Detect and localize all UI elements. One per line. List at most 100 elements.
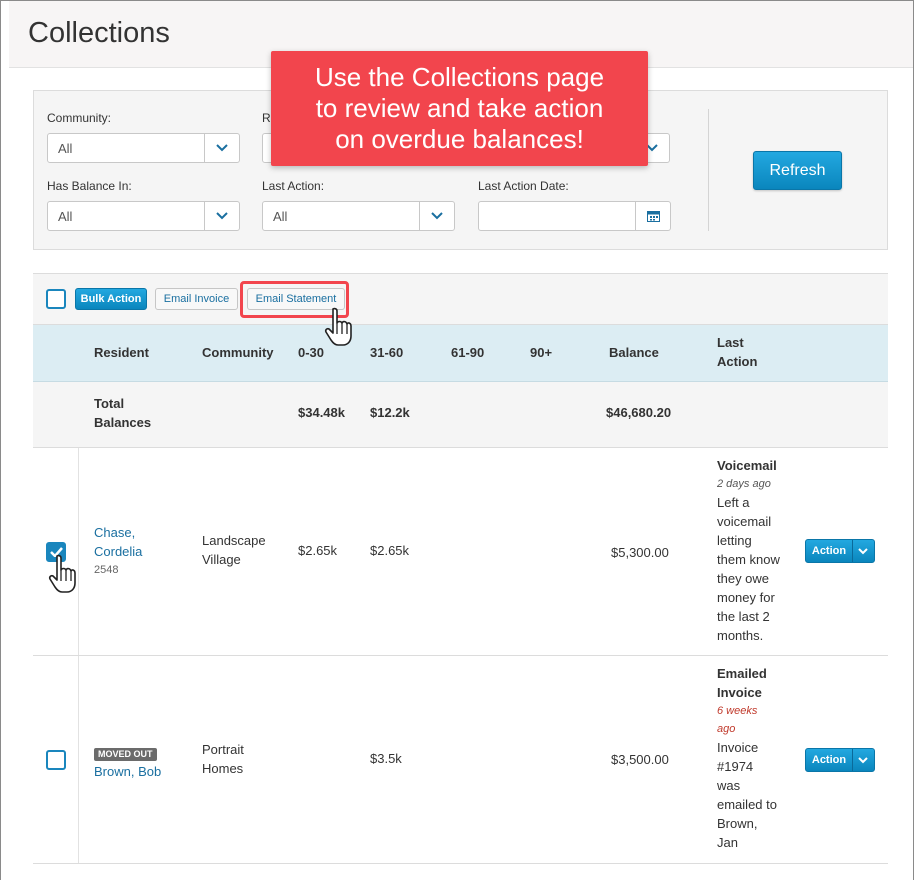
row-checkbox-cell [33, 448, 79, 655]
tutorial-callout: Use the Collections page to review and t… [271, 51, 648, 166]
col-balance[interactable]: Balance [609, 343, 659, 362]
has-balance-in-label: Has Balance In: [47, 179, 132, 193]
last-action-label: Last Action: [262, 179, 325, 193]
resident-name-link[interactable]: Brown, Bob [94, 762, 161, 781]
last-action-type-line-2: Invoice [717, 685, 762, 700]
community-value: All [58, 141, 73, 156]
chevron-down-icon [204, 134, 239, 162]
last-action-time: 2 days ago [717, 478, 771, 490]
note-line: them know [717, 552, 780, 567]
resident-name-line-1: Chase, [94, 525, 136, 540]
has-balance-in-select[interactable]: All [47, 201, 240, 231]
filter-label-partial: R [262, 111, 271, 125]
totals-31-60: $12.2k [370, 405, 410, 420]
totals-row: Total Balances $34.48k $12.2k $46,680.20 [33, 382, 888, 448]
community-line-2: Village [202, 552, 241, 567]
hand-pointer-icon [324, 307, 352, 346]
resident-cell: Chase, Cordelia 2548 [94, 523, 142, 580]
last-action-type-line-1: Emailed [717, 666, 767, 681]
hand-pointer-icon [48, 554, 76, 593]
note-line: Brown, [717, 816, 758, 831]
last-action-select[interactable]: All [262, 201, 455, 231]
col-0-30[interactable]: 0-30 [298, 343, 324, 362]
calendar-icon[interactable] [635, 202, 670, 230]
totals-label: Total Balances [94, 394, 151, 432]
table-header: Resident Community 0-30 31-60 61-90 90+ … [33, 325, 888, 382]
chevron-down-icon [204, 202, 239, 230]
note-line: Invoice [717, 740, 759, 755]
page-title: Collections [28, 17, 170, 49]
note-line: Jan [717, 835, 738, 850]
amount-0-30: $2.65k [298, 543, 338, 558]
row-action-button[interactable]: Action [805, 748, 875, 772]
callout-line-2: to review and take action [315, 93, 604, 123]
col-61-90[interactable]: 61-90 [451, 343, 484, 362]
resident-cell: MOVED OUT Brown, Bob [94, 743, 161, 781]
note-line: #1974 [717, 759, 754, 774]
has-balance-in-value: All [58, 209, 73, 224]
chevron-down-icon[interactable] [853, 749, 874, 771]
select-all-checkbox[interactable] [46, 289, 66, 309]
col-last-action[interactable]: Last Action [717, 333, 757, 371]
col-resident[interactable]: Resident [94, 343, 149, 362]
col-community[interactable]: Community [202, 343, 274, 362]
bulk-action-button[interactable]: Bulk Action [75, 288, 147, 310]
col-last-action-line-2: Action [717, 354, 758, 369]
note-line: Left a [717, 495, 750, 510]
note-line: was [717, 778, 741, 793]
community-line-1: Landscape [202, 533, 266, 548]
filters-divider [708, 109, 709, 231]
community-select[interactable]: All [47, 133, 240, 163]
amount-31-60: $2.65k [370, 543, 410, 558]
note-line: letting [717, 533, 752, 548]
chevron-down-icon [419, 202, 454, 230]
row-checkbox-cell [33, 656, 79, 863]
last-action-time-line-2: ago [717, 723, 736, 735]
action-label[interactable]: Action [806, 749, 853, 771]
last-action-cell: Voicemail 2 days ago Left a voicemail le… [717, 456, 780, 645]
community-cell: Portrait Homes [202, 740, 244, 778]
last-action-date-input[interactable] [478, 201, 671, 231]
note-line: the last 2 [717, 609, 770, 624]
totals-label-line-2: Balances [94, 415, 152, 430]
last-action-note: Left a voicemail letting them know they … [717, 493, 780, 645]
note-line: voicemail [717, 514, 772, 529]
totals-balance: $46,680.20 [606, 405, 672, 420]
last-action-type: Emailed Invoice [717, 664, 777, 702]
moved-out-badge: MOVED OUT [94, 748, 157, 761]
row-action-button[interactable]: Action [805, 539, 875, 563]
resident-name-line-2: Cordelia [94, 544, 143, 559]
last-action-type: Voicemail [717, 458, 777, 473]
refresh-button[interactable]: Refresh [753, 151, 842, 190]
note-line: money for [717, 590, 775, 605]
app-window: Collections Community: All R Has Balance… [0, 0, 914, 880]
last-action-cell: Emailed Invoice 6 weeks ago Invoice #197… [717, 664, 777, 852]
balance-cell: $5,300.00 [611, 545, 669, 560]
community-label: Community: [47, 111, 112, 125]
balance-cell: $3,500.00 [611, 752, 669, 767]
callout-line-3: on overdue balances! [335, 124, 584, 154]
col-31-60[interactable]: 31-60 [370, 343, 403, 362]
note-line: months. [717, 628, 764, 643]
email-invoice-button[interactable]: Email Invoice [155, 288, 238, 310]
col-last-action-line-1: Last [717, 335, 744, 350]
chevron-down-icon[interactable] [853, 540, 874, 562]
community-line-1: Portrait [202, 742, 244, 757]
community-cell: Landscape Village [202, 531, 266, 569]
resident-id: 2548 [94, 564, 119, 576]
last-action-date-label: Last Action Date: [478, 179, 569, 193]
row-checkbox[interactable] [46, 750, 66, 770]
table-row: Chase, Cordelia 2548 Landscape Village $… [33, 448, 888, 656]
community-line-2: Homes [202, 761, 244, 776]
col-90-plus[interactable]: 90+ [530, 343, 552, 362]
resident-name-link[interactable]: Chase, Cordelia [94, 523, 142, 561]
callout-line-1: Use the Collections page [314, 62, 605, 92]
last-action-time: 6 weeks ago [717, 702, 777, 738]
last-action-note: Invoice #1974 was emailed to Brown, Jan [717, 738, 777, 852]
last-action-time-line-1: 6 weeks [717, 705, 758, 717]
totals-label-line-1: Total [94, 396, 125, 411]
table-row: MOVED OUT Brown, Bob Portrait Homes $3.5… [33, 656, 888, 864]
totals-0-30: $34.48k [298, 405, 345, 420]
note-line: emailed to [717, 797, 777, 812]
action-label[interactable]: Action [806, 540, 853, 562]
